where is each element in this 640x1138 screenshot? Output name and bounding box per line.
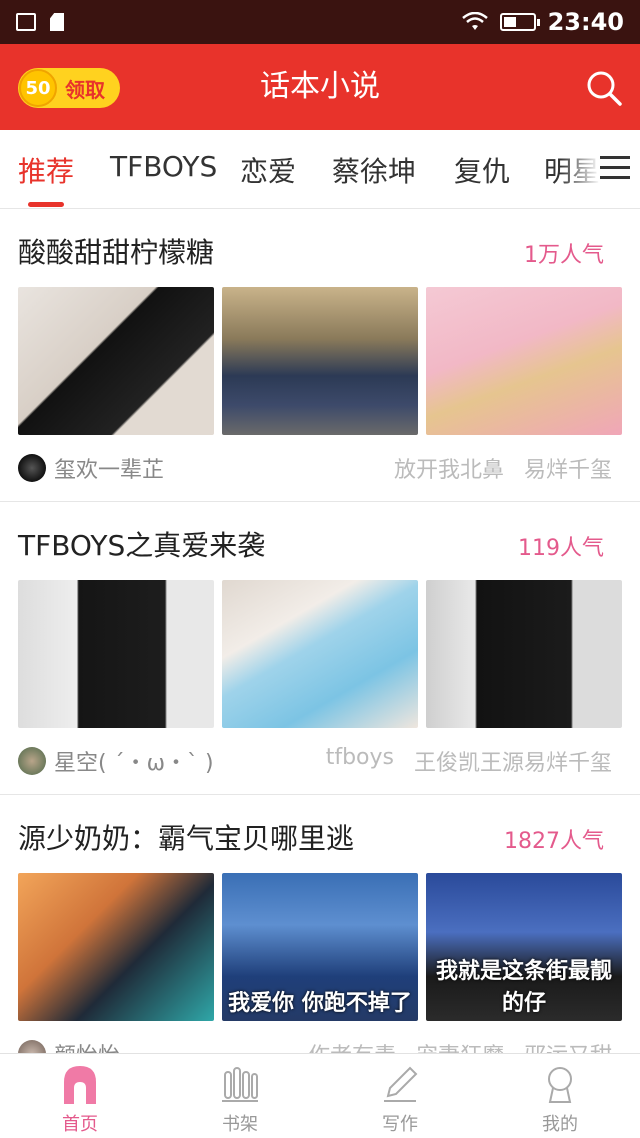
pencil-icon <box>384 1066 418 1102</box>
menu-icon[interactable] <box>600 156 630 180</box>
thumbnail-image <box>222 580 418 728</box>
thumbnail-row <box>18 287 622 435</box>
story-title: TFBOYS之真爱来袭 <box>18 529 266 562</box>
wifi-icon <box>461 12 488 30</box>
category-tabs: 推荐 TFBOYS 恋爱 蔡徐坤 复仇 明星 <box>0 130 640 209</box>
nav-label: 首页 <box>62 1114 98 1135</box>
author-name[interactable]: 星空( ´・ω・` ) <box>54 745 214 777</box>
thumbnail-image <box>426 580 622 728</box>
popularity-count: 119人气 <box>518 536 604 561</box>
tag[interactable]: 王俊凯王源易烊千玺 <box>414 745 612 777</box>
tab-tfboys[interactable]: TFBOYS <box>110 150 217 183</box>
popularity-count: 1万人气 <box>524 243 604 268</box>
bookshelf-icon <box>222 1067 258 1102</box>
tag-list: 放开我北鼻 易烊千玺 <box>394 452 612 484</box>
nav-write[interactable]: 写作 <box>320 1054 480 1138</box>
home-icon <box>64 1066 96 1104</box>
nav-bookshelf[interactable]: 书架 <box>160 1054 320 1138</box>
story-meta: 玺欢一辈芷 放开我北鼻 易烊千玺 <box>18 453 612 483</box>
author-avatar[interactable] <box>18 454 46 482</box>
thumbnail-image <box>18 580 214 728</box>
story-meta: 星空( ´・ω・` ) tfboys 王俊凯王源易烊千玺 <box>18 745 612 777</box>
tab-recommend[interactable]: 推荐 <box>18 150 74 190</box>
thumbnail-image <box>18 287 214 435</box>
story-title: 酸酸甜甜柠檬糖 <box>18 236 215 269</box>
thumbnail-caption: 我爱你 你跑不掉了 <box>228 991 412 1016</box>
tag[interactable]: 易烊千玺 <box>524 452 612 484</box>
search-icon[interactable] <box>584 68 624 108</box>
thumbnail-row <box>18 580 622 728</box>
story-card[interactable]: 酸酸甜甜柠檬糖 1万人气 玺欢一辈芷 放开我北鼻 易烊千玺 <box>0 209 640 502</box>
tab-romance[interactable]: 恋爱 <box>240 150 296 190</box>
thumbnail-caption: 我就是这条街最靓的仔 <box>435 959 612 1016</box>
profile-icon <box>548 1067 572 1103</box>
tab-revenge[interactable]: 复仇 <box>454 150 510 190</box>
tag[interactable]: 放开我北鼻 <box>394 452 504 484</box>
popularity-count: 1827人气 <box>504 829 604 854</box>
thumbnail-image: 我爱你 你跑不掉了 <box>222 873 418 1021</box>
page-title: 话本小说 <box>260 69 380 104</box>
story-card[interactable]: TFBOYS之真爱来袭 119人气 星空( ´・ω・` ) tfboys 王俊凯… <box>0 502 640 795</box>
thumbnail-image: 我就是这条街最靓的仔 <box>426 873 622 1021</box>
tag[interactable]: tfboys <box>326 745 394 777</box>
thumbnail-image <box>18 873 214 1021</box>
bottom-nav: 首页 书架 写作 我的 <box>0 1053 640 1138</box>
app-header: 50 领取 话本小说 <box>0 44 640 130</box>
story-title: 源少奶奶：霸气宝贝哪里逃 <box>18 822 355 855</box>
tab-caixukun[interactable]: 蔡徐坤 <box>332 150 416 190</box>
nav-label: 我的 <box>542 1114 578 1135</box>
status-time: 23:40 <box>547 8 624 36</box>
nav-profile[interactable]: 我的 <box>480 1054 640 1138</box>
nav-home[interactable]: 首页 <box>0 1054 160 1138</box>
tag-list: tfboys 王俊凯王源易烊千玺 <box>326 745 612 777</box>
thumbnail-image <box>222 287 418 435</box>
nav-label: 写作 <box>382 1114 418 1135</box>
story-card[interactable]: 源少奶奶：霸气宝贝哪里逃 1827人气 我爱你 你跑不掉了 我就是这条街最靓的仔… <box>0 795 640 1055</box>
battery-icon <box>499 13 540 31</box>
author-avatar[interactable] <box>18 747 46 775</box>
active-tab-indicator <box>28 202 64 207</box>
author-name[interactable]: 玺欢一辈芷 <box>54 452 164 484</box>
thumbnail-row: 我爱你 你跑不掉了 我就是这条街最靓的仔 <box>18 873 622 1021</box>
story-feed: 酸酸甜甜柠檬糖 1万人气 玺欢一辈芷 放开我北鼻 易烊千玺 TFBOYS之真爱来… <box>0 209 640 1055</box>
image-icon <box>16 13 36 31</box>
sd-card-icon <box>50 13 64 31</box>
nav-label: 书架 <box>222 1114 258 1135</box>
status-bar: 23:40 <box>0 0 640 44</box>
thumbnail-image <box>426 287 622 435</box>
